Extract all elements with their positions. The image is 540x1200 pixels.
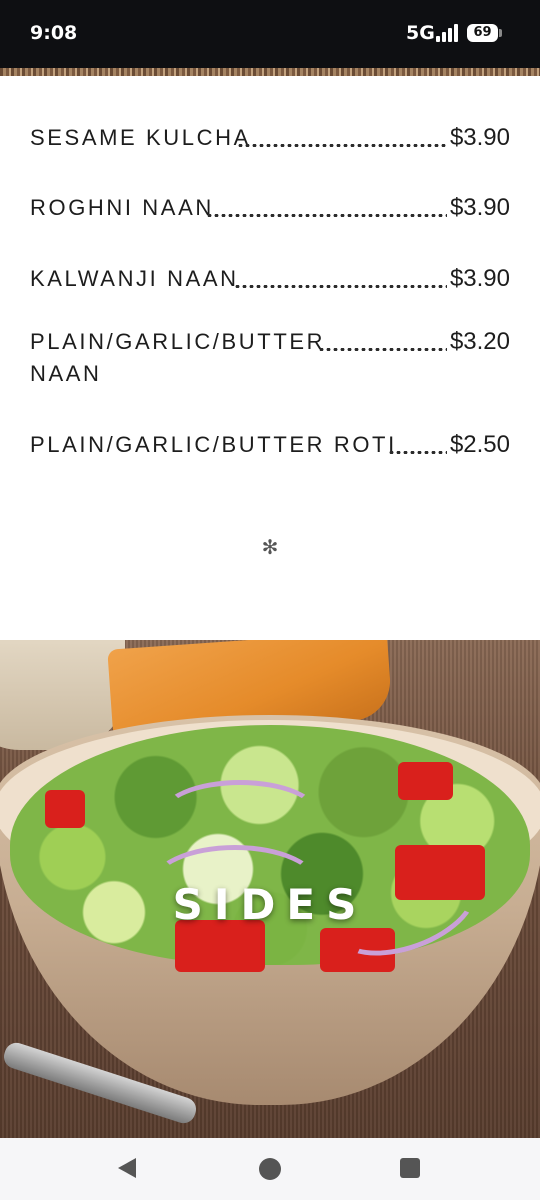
menu-item-price: $3.90 xyxy=(449,265,510,292)
dot-leader xyxy=(206,214,447,217)
battery-level: 69 xyxy=(467,24,498,42)
menu-item-name: PLAIN/GARLIC/BUTTER xyxy=(30,329,326,354)
menu-item-price: $3.90 xyxy=(449,124,510,151)
menu-item-name: SESAME KULCHA xyxy=(30,125,251,150)
menu-item-name: KALWANJI NAAN xyxy=(30,266,239,291)
dot-leader xyxy=(237,144,447,147)
menu-item-price: $3.90 xyxy=(449,194,510,221)
signal-bars-icon xyxy=(436,24,458,42)
menu-item-price: $3.20 xyxy=(449,328,510,355)
menu-item-name-line2: NAAN xyxy=(30,361,102,386)
tomato-piece xyxy=(398,762,453,800)
network-type: 5G xyxy=(406,22,435,44)
system-nav-bar xyxy=(0,1138,540,1200)
dot-leader xyxy=(388,451,447,454)
menu-item-name: PLAIN/GARLIC/BUTTER ROTI xyxy=(30,432,397,457)
dot-leader xyxy=(318,348,447,351)
menu-item-price: $2.50 xyxy=(449,431,510,458)
onion-slice xyxy=(160,780,320,850)
divider-ornament: ✻ xyxy=(261,535,279,559)
menu-item-name: ROGHNI NAAN xyxy=(30,195,214,220)
dot-leader xyxy=(234,285,447,288)
recents-square-icon[interactable] xyxy=(400,1158,420,1178)
status-time: 9:08 xyxy=(30,22,78,44)
tomato-piece xyxy=(45,790,85,828)
decorative-texture-strip xyxy=(0,68,540,76)
battery-icon: 69 xyxy=(467,24,503,44)
home-circle-icon[interactable] xyxy=(259,1158,281,1180)
status-bar: 9:08 5G 69 xyxy=(0,0,540,68)
section-title: SIDES xyxy=(172,880,368,929)
back-triangle-icon[interactable] xyxy=(118,1158,136,1178)
salad-bowl-image: SIDES xyxy=(0,640,540,1138)
